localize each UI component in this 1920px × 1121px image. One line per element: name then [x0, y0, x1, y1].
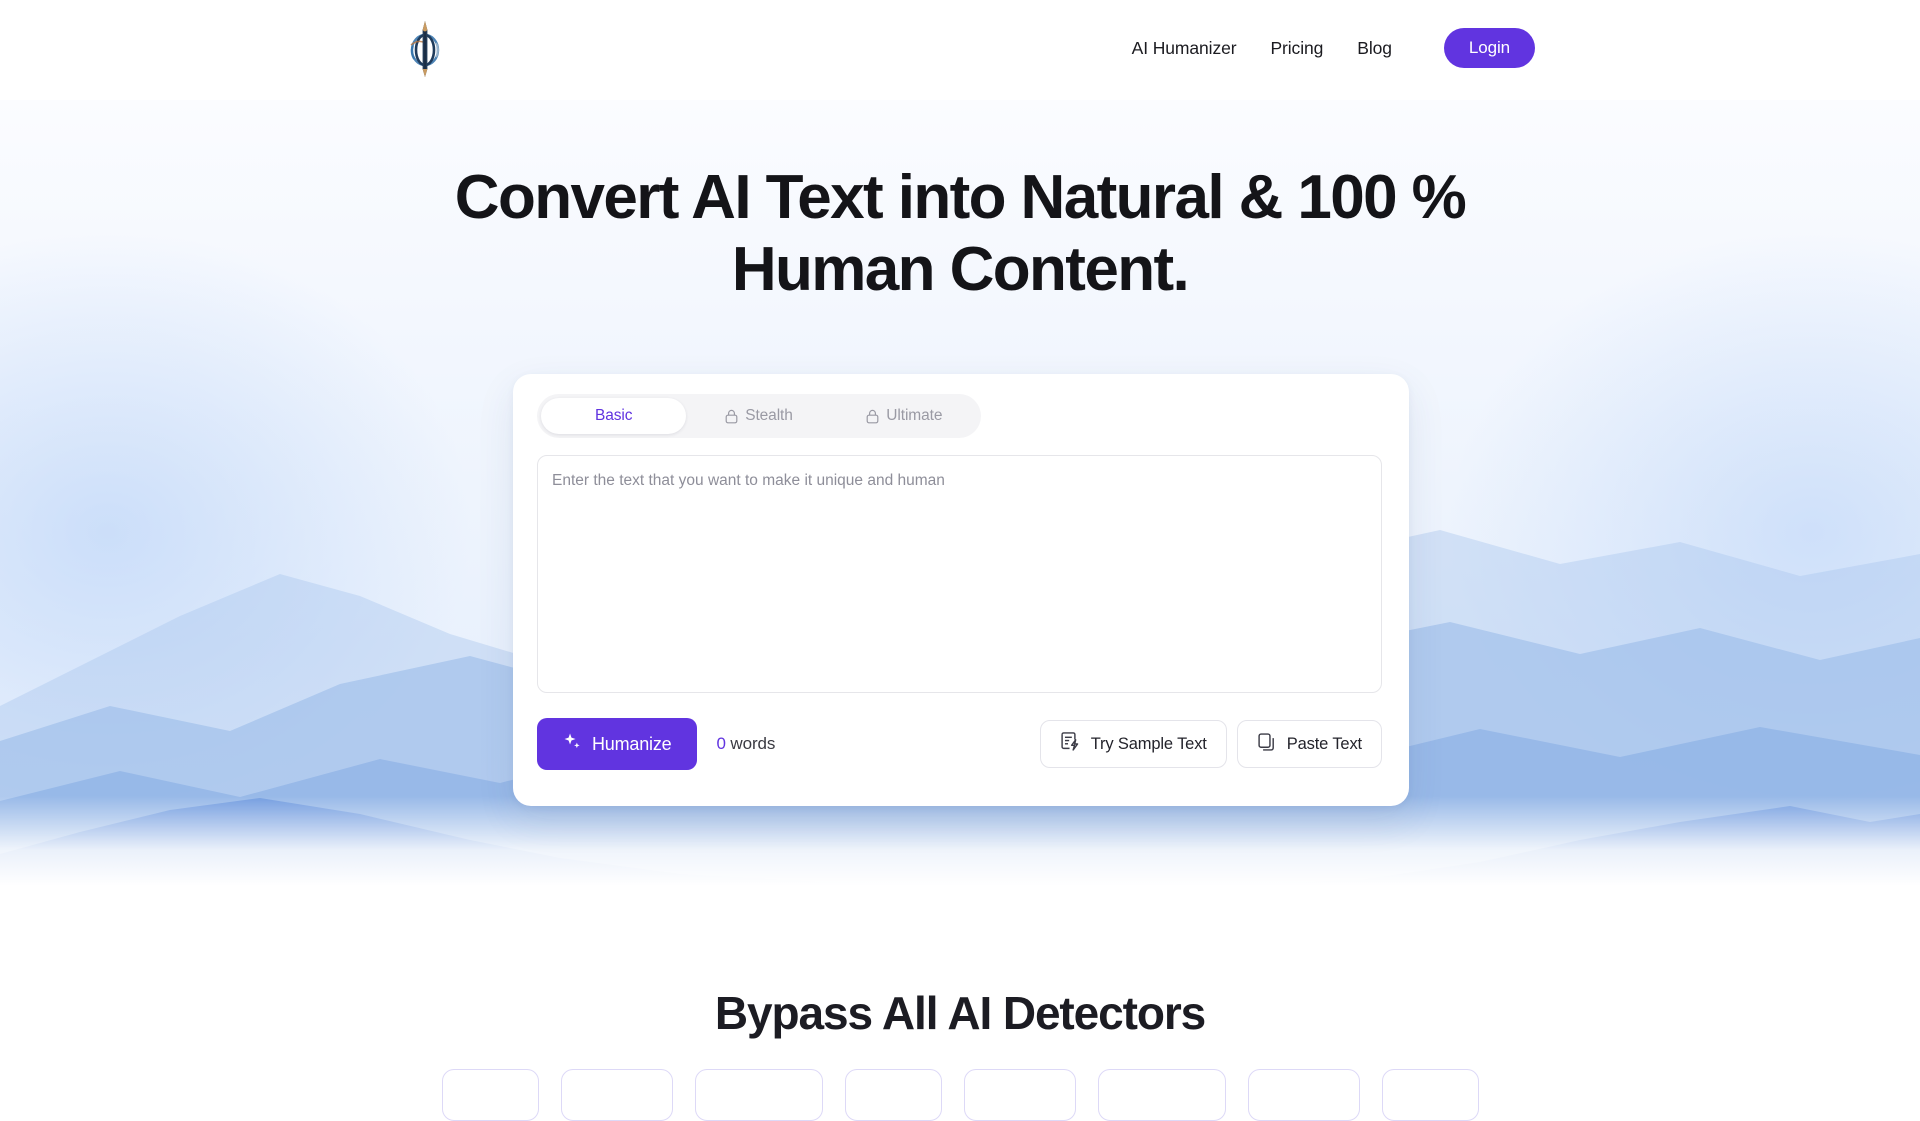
- nav-item-pricing[interactable]: Pricing: [1253, 28, 1340, 68]
- lock-icon: [725, 409, 738, 424]
- nav-item-ai-humanizer[interactable]: AI Humanizer: [1115, 28, 1254, 68]
- page-title: Convert AI Text into Natural & 100 % Hum…: [0, 162, 1920, 306]
- tab-stealth[interactable]: Stealth: [686, 398, 831, 434]
- detector-pill[interactable]: [694, 1069, 823, 1121]
- obelisk-pen-logo-icon: [410, 21, 440, 77]
- try-sample-text-button[interactable]: Try Sample Text: [1039, 720, 1227, 768]
- nav-item-blog[interactable]: Blog: [1340, 28, 1409, 68]
- humanize-button[interactable]: Humanize: [537, 718, 698, 770]
- detector-logo-row: [0, 1069, 1920, 1121]
- word-count-label: words: [730, 734, 776, 753]
- tab-basic-label: Basic: [594, 407, 633, 424]
- tab-ultimate-label: Ultimate: [886, 407, 943, 424]
- word-counter: 0 words: [716, 734, 775, 754]
- paste-text-label: Paste Text: [1286, 734, 1362, 753]
- word-count-number: 0: [716, 734, 726, 753]
- detector-pill[interactable]: [1247, 1069, 1360, 1121]
- site-logo[interactable]: [404, 18, 446, 80]
- humanizer-actions: Humanize 0 words Try Sample Text Paste T…: [537, 718, 1382, 770]
- hero-title-line-2: Human Content.: [731, 234, 1190, 304]
- humanize-button-label: Humanize: [592, 733, 672, 754]
- lock-icon: [866, 409, 879, 424]
- primary-nav: AI Humanizer Pricing Blog Login: [1115, 28, 1535, 69]
- mode-tabs: Basic Stealth Ultimate: [537, 394, 981, 438]
- try-sample-text-label: Try Sample Text: [1090, 734, 1207, 753]
- detector-pill[interactable]: [1381, 1069, 1479, 1121]
- hero-bottom-fade: [0, 796, 1920, 886]
- humanizer-card: Basic Stealth Ultimate Enter the text th…: [513, 374, 1409, 806]
- site-header: AI Humanizer Pricing Blog Login: [0, 0, 1920, 100]
- detectors-section-title: Bypass All AI Detectors: [714, 987, 1206, 1039]
- sample-text-icon: [1060, 731, 1081, 757]
- detector-pill[interactable]: [963, 1069, 1076, 1121]
- hero-section: Convert AI Text into Natural & 100 % Hum…: [0, 100, 1920, 886]
- copy-icon: [1257, 732, 1277, 757]
- detector-pill[interactable]: [1097, 1069, 1226, 1121]
- detector-pill[interactable]: [560, 1069, 673, 1121]
- text-input-area[interactable]: [537, 455, 1382, 693]
- detector-pill[interactable]: [844, 1069, 942, 1121]
- hero-title-line-1: Convert AI Text into Natural & 100 %: [454, 163, 1467, 232]
- tab-stealth-label: Stealth: [745, 407, 793, 424]
- tab-ultimate[interactable]: Ultimate: [832, 398, 977, 434]
- login-button[interactable]: Login: [1443, 28, 1535, 69]
- tab-basic[interactable]: Basic: [541, 398, 687, 434]
- sparkle-icon: [563, 732, 582, 756]
- secondary-actions: Try Sample Text Paste Text: [1039, 720, 1382, 768]
- detectors-section: Bypass All AI Detectors: [0, 886, 1920, 1121]
- paste-text-button[interactable]: Paste Text: [1236, 720, 1382, 768]
- detector-pill[interactable]: [441, 1069, 539, 1121]
